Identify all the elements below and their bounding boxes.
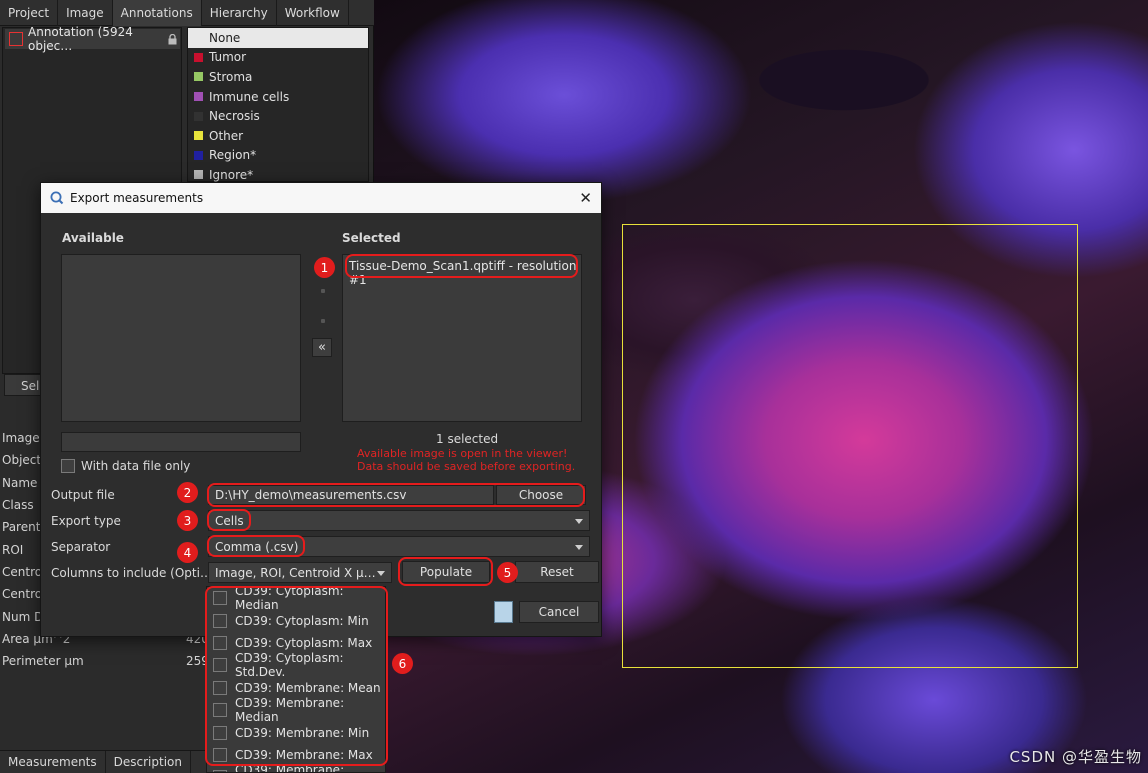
class-swatch — [194, 92, 203, 102]
annotation-item[interactable]: Annotation (5924 objec… — [5, 25, 180, 53]
move-left-button[interactable]: « — [312, 338, 332, 357]
info-icon — [494, 601, 513, 623]
class-label: Stroma — [209, 69, 253, 84]
move-right-icon[interactable] — [321, 289, 325, 293]
class-swatch — [194, 170, 203, 180]
class-item-stroma[interactable]: Stroma — [188, 67, 368, 87]
badge-3: 3 — [177, 510, 198, 531]
cancel-button[interactable]: Cancel — [519, 601, 599, 623]
with-data-file-option[interactable]: With data file only — [61, 459, 190, 473]
class-swatch — [194, 111, 203, 121]
class-item-none[interactable]: None — [188, 28, 368, 48]
separator-label: Separator — [51, 540, 111, 554]
close-icon[interactable]: ✕ — [579, 189, 592, 207]
badge-5: 5 — [497, 562, 518, 583]
export-type-label: Export type — [51, 514, 121, 528]
available-filter-input[interactable] — [61, 432, 301, 452]
highlight-output-file — [207, 483, 585, 507]
app-window: CSDN @华盈生物 Project Image Annotations Hie… — [0, 0, 1148, 773]
reset-button[interactable]: Reset — [515, 561, 599, 583]
export-measurements-dialog: Export measurements ✕ Available Selected… — [40, 182, 602, 637]
class-list[interactable]: None Tumor Stroma Immune cells Necrosis … — [187, 27, 369, 182]
property-label: Image — [2, 431, 40, 446]
tab-measurements[interactable]: Measurements — [0, 751, 106, 773]
class-label: Immune cells — [209, 89, 290, 104]
class-item-immune-cells[interactable]: Immune cells — [188, 87, 368, 107]
tab-project[interactable]: Project — [0, 0, 59, 26]
highlight-selected-image — [345, 254, 578, 278]
with-data-file-checkbox[interactable] — [61, 459, 75, 473]
class-label: Necrosis — [209, 109, 260, 124]
column-option[interactable]: CD39: Membrane: Std.Dev. — [207, 763, 385, 772]
class-item-region[interactable]: Region* — [188, 146, 368, 166]
property-label: ROI — [2, 542, 24, 557]
tab-image[interactable]: Image — [58, 0, 113, 26]
left-tab-bar: Project Image Annotations Hierarchy Work… — [0, 0, 374, 26]
tab-workflow[interactable]: Workflow — [277, 0, 349, 26]
class-label: Ignore* — [209, 167, 254, 182]
class-item-other[interactable]: Other — [188, 126, 368, 146]
property-label: Object — [2, 453, 42, 468]
move-all-right-icon[interactable] — [321, 319, 325, 323]
dialog-title: Export measurements — [70, 191, 204, 205]
class-label: Other — [209, 128, 244, 143]
property-label: Class — [2, 498, 34, 513]
highlight-separator — [207, 535, 305, 557]
available-label: Available — [62, 231, 124, 245]
property-label: Centroi — [2, 587, 46, 602]
roi-rectangle[interactable] — [622, 224, 1078, 668]
columns-label: Columns to include (Opti… — [51, 566, 212, 580]
class-item-necrosis[interactable]: Necrosis — [188, 106, 368, 126]
warning-open-image: Available image is open in the viewer! — [357, 447, 568, 460]
output-file-label: Output file — [51, 488, 115, 502]
tab-description[interactable]: Description — [106, 751, 191, 773]
available-list[interactable] — [61, 254, 301, 422]
chevron-down-icon — [575, 519, 583, 524]
columns-value: Image, ROI, Centroid X µ… — [215, 565, 376, 580]
class-swatch — [194, 33, 203, 42]
class-label: Tumor — [209, 50, 247, 65]
watermark: CSDN @华盈生物 — [1009, 748, 1142, 766]
highlight-populate — [398, 557, 493, 586]
badge-4: 4 — [177, 542, 198, 563]
dialog-titlebar: Export measurements ✕ — [41, 183, 601, 213]
selected-label: Selected — [342, 231, 401, 245]
selected-list[interactable]: Tissue-Demo_Scan1.qptiff - resolution #1 — [342, 254, 582, 422]
chevron-down-icon — [575, 545, 583, 550]
tab-annotations[interactable]: Annotations — [112, 0, 202, 26]
annotation-item-label: Annotation (5924 objec… — [28, 25, 133, 53]
property-label: Centroi — [2, 564, 46, 579]
tab-hierarchy[interactable]: Hierarchy — [202, 0, 277, 26]
lock-icon — [168, 33, 177, 44]
property-row: Perimeter µm 259 — [0, 650, 210, 672]
class-label: None — [209, 30, 241, 45]
badge-6: 6 — [392, 653, 413, 674]
property-label: Parent — [2, 520, 41, 535]
highlight-column-list — [205, 586, 388, 766]
class-label: Region* — [209, 148, 257, 163]
annotation-color-swatch — [9, 32, 23, 46]
class-swatch — [194, 150, 203, 160]
selected-count: 1 selected — [436, 432, 499, 446]
columns-select[interactable]: Image, ROI, Centroid X µ… — [208, 562, 392, 583]
highlight-export-type — [207, 509, 251, 531]
class-swatch — [194, 52, 203, 62]
class-swatch — [194, 131, 203, 141]
badge-2: 2 — [177, 482, 198, 503]
warning-save-data: Data should be saved before exporting. — [357, 460, 576, 473]
class-swatch — [194, 72, 203, 82]
property-label: Perimeter µm — [2, 654, 84, 669]
chevron-down-icon — [377, 571, 385, 576]
property-label: Num D — [2, 609, 44, 624]
export-type-select[interactable]: Cells — [208, 510, 590, 531]
property-label: Name — [2, 475, 38, 490]
select-button[interactable]: Sele — [4, 374, 47, 396]
qupath-app-icon — [50, 191, 64, 205]
with-data-file-label: With data file only — [81, 459, 191, 473]
class-item-tumor[interactable]: Tumor — [188, 48, 368, 68]
badge-1: 1 — [314, 257, 335, 278]
